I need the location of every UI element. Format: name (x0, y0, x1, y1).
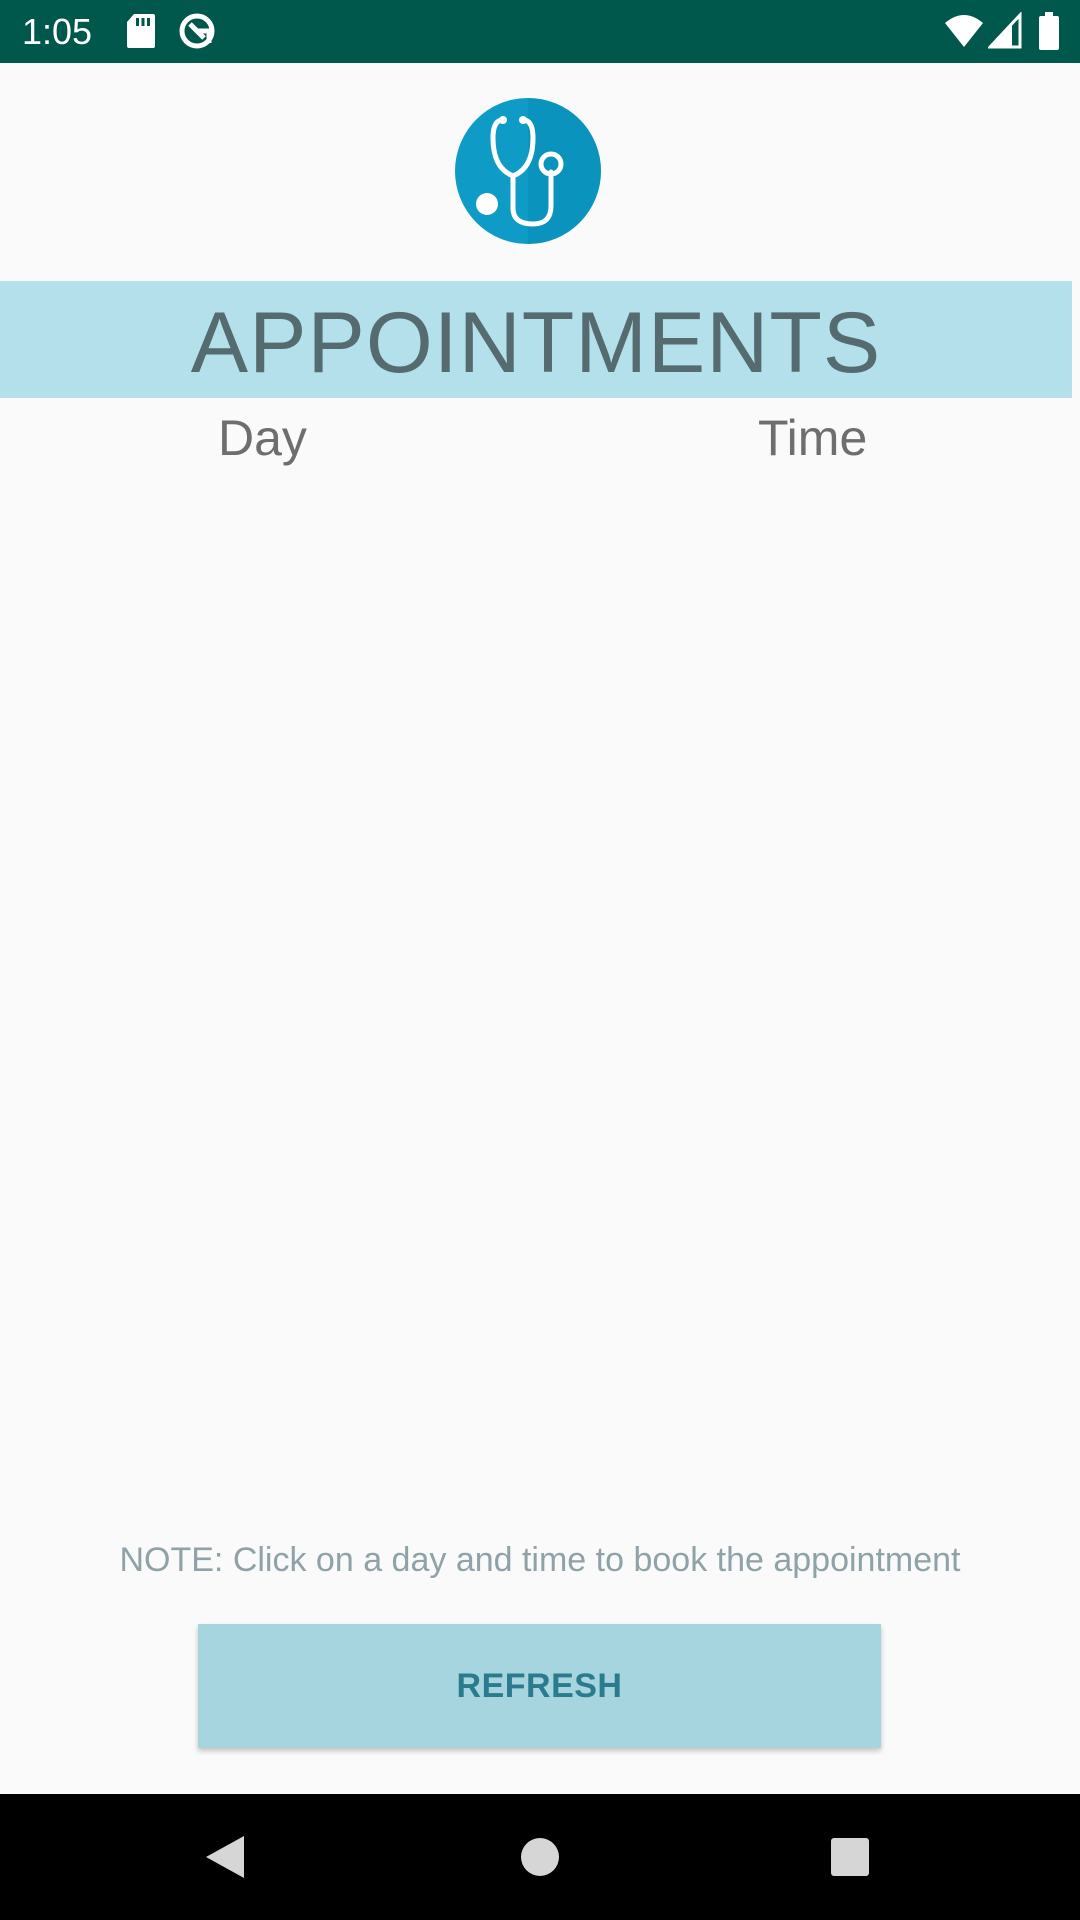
refresh-button-label: REFRESH (456, 1666, 623, 1705)
wifi-icon (945, 15, 983, 47)
status-time: 1:05 (22, 11, 93, 52)
page-title: APPOINTMENTS (190, 294, 882, 391)
battery-icon (1039, 12, 1059, 50)
refresh-button[interactable]: REFRESH (198, 1624, 881, 1748)
sync-icon (179, 13, 215, 49)
status-bar: 1:05 (0, 0, 1080, 63)
back-icon[interactable] (190, 1822, 260, 1892)
home-icon[interactable] (505, 1822, 575, 1892)
recents-icon[interactable] (815, 1822, 885, 1892)
title-banner: APPOINTMENTS (0, 281, 1072, 398)
stethoscope-icon (455, 98, 601, 244)
navigation-bar (0, 1794, 1080, 1920)
appointment-list[interactable] (0, 480, 1080, 1500)
column-header-day: Day (218, 410, 307, 466)
booking-note: NOTE: Click on a day and time to book th… (119, 1541, 961, 1579)
sd-card-icon (127, 14, 155, 48)
column-header-time: Time (758, 410, 868, 466)
cellular-signal-icon (988, 12, 1022, 49)
